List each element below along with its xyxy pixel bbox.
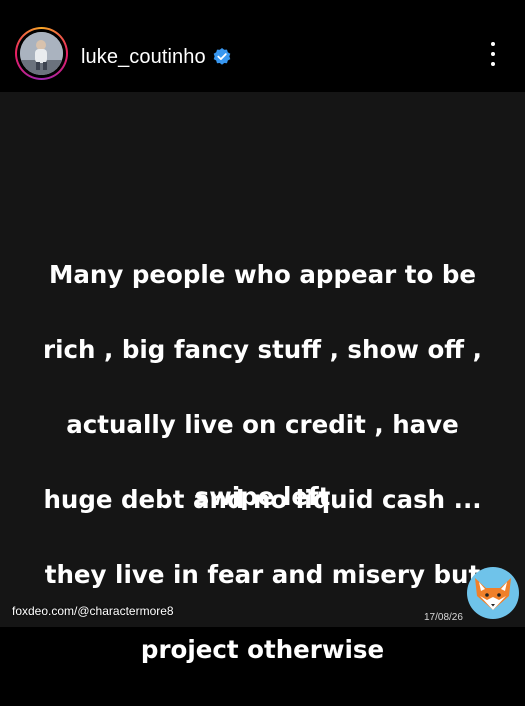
post-line: Many people who appear to be — [49, 259, 476, 289]
post-line: rich , big fancy stuff , show off , — [43, 334, 482, 364]
post-image[interactable]: Many people who appear to be rich , big … — [0, 92, 525, 664]
post-date: 17/08/26 — [424, 612, 463, 623]
more-dot — [491, 42, 495, 46]
username[interactable]: luke_coutinho — [81, 46, 206, 69]
fox-logo-icon — [467, 567, 519, 619]
more-dot — [491, 52, 495, 56]
watermark-url: foxdeo.com/@charactermore8 — [12, 604, 174, 618]
post-line: they live in fear and misery but — [44, 559, 481, 589]
post-header: luke_coutinho — [0, 0, 525, 92]
swipe-text: swipe left — [194, 482, 331, 511]
post-line: actually live on credit , have — [66, 409, 459, 439]
avatar[interactable] — [20, 32, 63, 75]
more-vertical-icon[interactable] — [484, 40, 502, 68]
profile-photo — [20, 32, 63, 75]
story-ring[interactable] — [15, 27, 68, 80]
more-dot — [491, 62, 495, 66]
verified-badge-icon — [213, 48, 231, 65]
username-row[interactable]: luke_coutinho — [81, 42, 232, 72]
post-text: Many people who appear to be rich , big … — [20, 218, 505, 706]
post-line: project otherwise — [140, 634, 385, 664]
